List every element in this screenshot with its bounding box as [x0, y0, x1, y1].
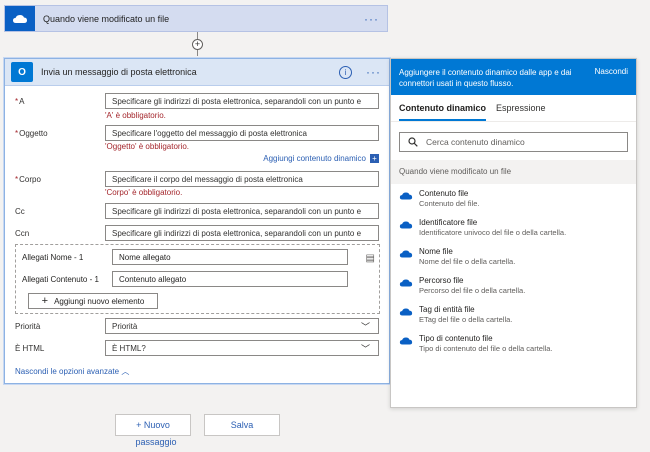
- to-field[interactable]: Specificare gli indirizzi di posta elett…: [105, 93, 379, 109]
- add-dynamic-content-link[interactable]: Aggiungi contenuto dinamico +: [263, 154, 379, 163]
- onedrive-icon: [399, 308, 413, 316]
- trigger-card[interactable]: Quando viene modificato un file ···: [4, 5, 388, 32]
- attachments-group: Allegati Nome - 1 Nome allegato Allegati…: [15, 244, 380, 314]
- dynamic-content-item[interactable]: Tipo di contenuto file Tipo di contenuto …: [391, 329, 636, 358]
- to-error: 'A' è obbligatorio.: [105, 111, 166, 120]
- attachment-content-field[interactable]: Contenuto allegato: [112, 271, 348, 287]
- action-card: O Invia un messaggio di posta elettronic…: [4, 58, 390, 384]
- switch-mode-icon[interactable]: ▤: [366, 253, 375, 264]
- dynamic-content-item[interactable]: Nome file Nome del file o della cartella.: [391, 242, 636, 271]
- onedrive-icon: [399, 279, 413, 287]
- new-step-sublabel[interactable]: passaggio: [118, 437, 194, 447]
- body-error: 'Corpo' è obbligatorio.: [105, 188, 183, 197]
- search-icon: [408, 137, 418, 147]
- action-header[interactable]: O Invia un messaggio di posta elettronic…: [5, 59, 389, 86]
- item-title: Percorso file: [419, 276, 464, 285]
- dynamic-content-item[interactable]: Contenuto file Contenuto del file.: [391, 184, 636, 213]
- subject-field[interactable]: Specificare l'oggetto del messaggio di p…: [105, 125, 379, 141]
- chevron-down-icon: ﹀: [360, 322, 370, 332]
- body-label: *Corpo: [15, 175, 41, 184]
- tab-expression[interactable]: Espressione: [496, 100, 546, 121]
- onedrive-icon: [399, 221, 413, 229]
- item-title: Identificatore file: [419, 218, 478, 227]
- more-options-icon[interactable]: ···: [364, 12, 379, 26]
- to-label: *A: [15, 97, 25, 106]
- section-header: Quando viene modificato un file: [391, 160, 636, 184]
- bcc-field[interactable]: Specificare gli indirizzi di posta elett…: [105, 225, 379, 241]
- subject-label: *Oggetto: [15, 129, 48, 138]
- panel-tabs: Contenuto dinamico Espressione: [391, 100, 636, 122]
- add-new-item-button[interactable]: + Aggiungi nuovo elemento: [28, 293, 158, 309]
- onedrive-icon: [399, 337, 413, 345]
- item-description: Nome del file o della cartella.: [419, 257, 516, 266]
- chevron-down-icon: ﹀: [360, 344, 370, 354]
- body-field[interactable]: Specificare il corpo del messaggio di po…: [105, 171, 379, 187]
- priority-label: Priorità: [15, 322, 41, 331]
- priority-value: Priorità: [112, 322, 138, 331]
- panel-header-text: Aggiungere il contenuto dinamico dalle a…: [399, 68, 572, 88]
- item-title: Tag di entità file: [419, 305, 475, 314]
- info-icon[interactable]: i: [339, 65, 352, 79]
- add-new-item-label: Aggiungi nuovo elemento: [54, 296, 145, 306]
- attachment-name-label: Allegati Nome - 1: [22, 253, 84, 262]
- outlook-icon: O: [11, 62, 33, 82]
- is-html-value: È HTML?: [112, 344, 146, 353]
- save-button[interactable]: Salva: [204, 414, 280, 436]
- panel-header: Aggiungere il contenuto dinamico dalle a…: [391, 59, 636, 95]
- item-title: Nome file: [419, 247, 453, 256]
- item-description: Contenuto del file.: [419, 199, 480, 208]
- search-input[interactable]: Cerca contenuto dinamico: [399, 132, 628, 152]
- item-description: ETag del file o della cartella.: [419, 315, 513, 324]
- search-placeholder: Cerca contenuto dinamico: [426, 137, 525, 147]
- priority-select[interactable]: Priorità ﹀: [105, 318, 379, 334]
- item-description: Tipo di contenuto del file o della carte…: [419, 344, 553, 353]
- is-html-select[interactable]: È HTML? ﹀: [105, 340, 379, 356]
- item-title: Tipo di contenuto file: [419, 334, 493, 343]
- dynamic-content-item[interactable]: Percorso file Percorso del file o della c…: [391, 271, 636, 300]
- bcc-label: Ccn: [15, 229, 30, 238]
- onedrive-icon: [5, 6, 35, 31]
- onedrive-icon: [399, 192, 413, 200]
- onedrive-icon: [399, 250, 413, 258]
- tab-dynamic-content[interactable]: Contenuto dinamico: [399, 100, 486, 121]
- hide-advanced-options-link[interactable]: Nascondi le opzioni avanzate ︿: [15, 366, 129, 377]
- item-description: Percorso del file o della cartella.: [419, 286, 526, 295]
- add-dynamic-icon: +: [370, 154, 379, 163]
- dynamic-content-panel: Aggiungere il contenuto dinamico dalle a…: [390, 58, 637, 408]
- plus-icon: +: [41, 295, 49, 307]
- cc-field[interactable]: Specificare gli indirizzi di posta elett…: [105, 203, 379, 219]
- cc-label: Cc: [15, 207, 25, 216]
- item-title: Contenuto file: [419, 189, 469, 198]
- dynamic-content-item[interactable]: Identificatore file Identificatore univoc…: [391, 213, 636, 242]
- subject-error: 'Oggetto' è obbligatorio.: [105, 142, 189, 151]
- dynamic-content-item[interactable]: Tag di entità file ETag del file o della …: [391, 300, 636, 329]
- chevron-up-icon: ︿: [121, 367, 130, 376]
- trigger-title: Quando viene modificato un file: [43, 13, 170, 24]
- is-html-label: È HTML: [15, 344, 45, 353]
- action-title: Invia un messaggio di posta elettronica: [41, 67, 197, 77]
- insert-step-button[interactable]: +: [192, 39, 203, 50]
- item-description: Identificatore univoco del file o della …: [419, 228, 567, 237]
- hide-panel-button[interactable]: Nascondi: [595, 67, 628, 87]
- attachment-content-label: Allegati Contenuto - 1: [22, 275, 99, 284]
- add-dynamic-label: Aggiungi contenuto dinamico: [263, 154, 366, 163]
- new-step-button[interactable]: + Nuovo: [115, 414, 191, 436]
- attachment-name-field[interactable]: Nome allegato: [112, 249, 348, 265]
- more-options-icon[interactable]: ···: [366, 65, 381, 79]
